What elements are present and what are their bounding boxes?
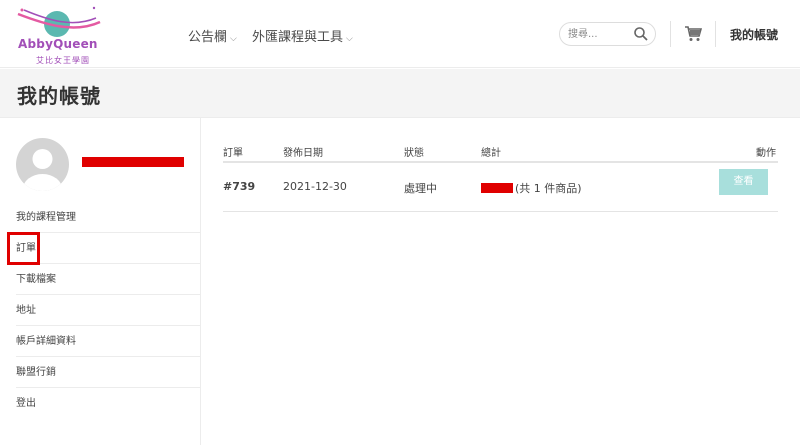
column-header-order: 訂單 (223, 148, 243, 159)
sidebar-item-courses[interactable]: 我的課程管理 (16, 202, 200, 233)
search-icon[interactable] (633, 26, 649, 42)
orders-highlight-box (7, 232, 40, 265)
chevron-down-icon: ⌵ (346, 34, 353, 44)
order-status: 處理中 (404, 182, 437, 195)
header-divider (670, 21, 671, 47)
page-title: 我的帳號 (17, 84, 101, 108)
account-sidebar: 我的課程管理 訂單 下載檔案 地址 帳戶詳細資料 聯盟行銷 登出 (0, 118, 201, 445)
nav-item-announcements[interactable]: 公告欄 ⌵ (188, 26, 237, 45)
sidebar-item-orders[interactable]: 訂單 (16, 233, 200, 264)
table-row-divider (223, 211, 778, 212)
column-header-status: 狀態 (404, 148, 424, 159)
nav-item-label: 外匯課程與工具 (252, 30, 344, 45)
sidebar-item-logout[interactable]: 登出 (16, 388, 200, 419)
logo-title: AbbyQueen (18, 37, 98, 51)
chevron-down-icon: ⌵ (230, 34, 237, 44)
table-header-divider (223, 161, 778, 163)
sidebar-item-account-details[interactable]: 帳戶詳細資料 (16, 326, 200, 357)
sidebar-item-downloads[interactable]: 下載檔案 (16, 264, 200, 295)
user-avatar (16, 138, 69, 191)
site-header: AbbyQueen 艾比女王學園 公告欄⌵ 外匯課程與工具⌵ 我的帳號 (0, 0, 800, 68)
column-header-action: 動作 (756, 148, 776, 159)
redacted-username (82, 157, 184, 167)
my-account-link[interactable]: 我的帳號 (730, 26, 778, 43)
column-header-date: 發佈日期 (283, 148, 323, 159)
order-total: (共 1 件商品) (481, 180, 582, 196)
nav-item-courses-tools[interactable]: 外匯課程與工具 ⌵ (252, 26, 353, 45)
search-box (559, 22, 656, 46)
search-input[interactable] (568, 26, 628, 43)
order-item-count: (共 1 件商品) (515, 182, 582, 195)
cart-icon[interactable] (684, 25, 702, 42)
page-title-band: 我的帳號 (0, 69, 800, 118)
sidebar-item-affiliate[interactable]: 聯盟行銷 (16, 357, 200, 388)
redacted-amount (481, 183, 513, 193)
nav-item-label: 公告欄 (188, 30, 228, 45)
view-order-button[interactable]: 查看 (719, 169, 768, 195)
order-number-link[interactable]: #739 (223, 180, 255, 193)
order-date: 2021-12-30 (283, 180, 347, 193)
avatar-placeholder-icon (22, 149, 63, 191)
logo-subtitle: 艾比女王學園 (36, 56, 90, 65)
sidebar-item-address[interactable]: 地址 (16, 295, 200, 326)
header-divider (715, 21, 716, 47)
column-header-total: 總計 (481, 148, 501, 159)
site-logo[interactable]: AbbyQueen 艾比女王學園 (14, 4, 104, 66)
